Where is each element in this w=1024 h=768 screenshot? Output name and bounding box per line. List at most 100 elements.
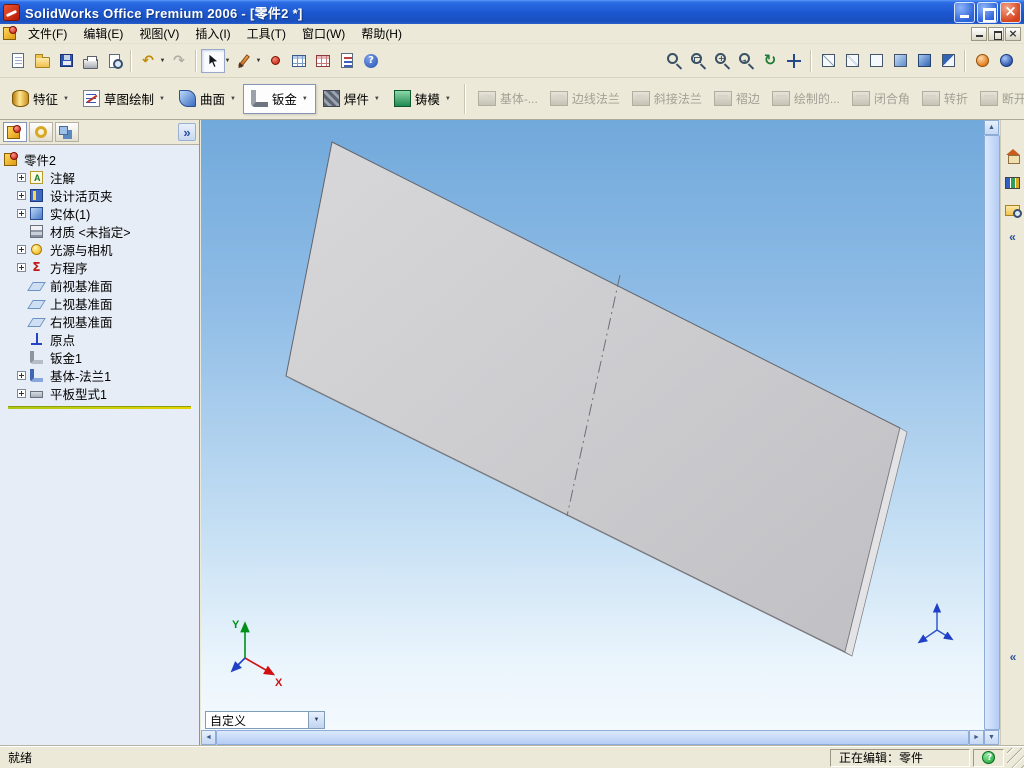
horizontal-scroll-thumb[interactable] — [216, 730, 969, 745]
scroll-right-button[interactable]: ► — [969, 730, 984, 745]
menu-edit[interactable]: 编辑(E) — [75, 23, 131, 44]
previous-view-button[interactable] — [734, 49, 758, 73]
sketch-button[interactable] — [232, 49, 256, 73]
propertymanager-tab[interactable] — [29, 122, 53, 142]
select-dropdown-caret[interactable]: ▼ — [223, 58, 232, 64]
horizontal-scrollbar[interactable]: ◄ ► — [201, 730, 984, 745]
save-button[interactable] — [54, 49, 78, 73]
tree-item-lights-cameras[interactable]: 光源与相机 — [4, 240, 199, 258]
rotate-view-button[interactable]: ↻ — [758, 49, 782, 73]
vertical-scroll-thumb[interactable] — [984, 135, 1000, 730]
expand-plus-icon[interactable] — [17, 172, 26, 182]
open-button[interactable] — [30, 49, 54, 73]
expand-plus-icon[interactable] — [17, 262, 26, 272]
minimize-button[interactable] — [954, 1, 975, 23]
undo-button[interactable]: ↶ — [136, 49, 160, 73]
tab-caret[interactable]: ▼ — [374, 96, 380, 102]
tree-item-design-binder[interactable]: 设计活页夹 — [4, 186, 199, 204]
undo-dropdown-caret[interactable]: ▼ — [158, 58, 167, 64]
wireframe-button[interactable] — [816, 49, 840, 73]
vertical-scrollbar[interactable]: ▲ ▼ — [984, 120, 1000, 745]
file-explorer-button[interactable] — [1003, 200, 1023, 220]
expand-plus-icon[interactable] — [17, 370, 26, 380]
zoom-in-out-button[interactable] — [710, 49, 734, 73]
tab-weldments[interactable]: 焊件 ▼ — [316, 84, 387, 114]
menu-insert[interactable]: 插入(I) — [187, 23, 238, 44]
print-button[interactable] — [78, 49, 102, 73]
tree-item-annotations[interactable]: 注解 — [4, 168, 199, 186]
realview-button[interactable] — [970, 49, 994, 73]
tree-item-origin[interactable]: 原点 — [4, 330, 199, 348]
menu-tools[interactable]: 工具(T) — [239, 23, 294, 44]
tab-caret[interactable]: ▼ — [445, 96, 451, 102]
expand-plus-icon[interactable] — [17, 208, 26, 218]
expand-plus-icon[interactable] — [17, 244, 26, 254]
tree-item-right-plane[interactable]: 右视基准面 — [4, 312, 199, 330]
tree-item-flat-pattern1[interactable]: 平板型式1 — [4, 384, 199, 402]
tab-caret[interactable]: ▼ — [159, 96, 165, 102]
document-restore-button[interactable] — [988, 26, 1004, 41]
document-properties-button[interactable] — [335, 49, 359, 73]
featuremanager-tree-tab[interactable] — [3, 122, 27, 142]
sketch-dropdown-caret[interactable]: ▼ — [254, 58, 263, 64]
viewport-3d-scene[interactable]: Y X — [201, 120, 984, 730]
select-tool-button[interactable] — [201, 48, 225, 73]
appearance-button[interactable] — [263, 49, 287, 73]
tab-caret[interactable]: ▼ — [230, 96, 236, 102]
tab-caret[interactable]: ▼ — [302, 96, 308, 102]
tree-item-sheet-metal1[interactable]: 钣金1 — [4, 348, 199, 366]
hidden-lines-removed-button[interactable] — [864, 49, 888, 73]
tab-mold-tools[interactable]: 铸模 ▼ — [387, 84, 458, 114]
tree-item-equations[interactable]: Σ 方程序 — [4, 258, 199, 276]
shaded-button[interactable] — [912, 49, 936, 73]
zoom-area-button[interactable] — [686, 49, 710, 73]
shaded-with-edges-button[interactable] — [888, 49, 912, 73]
bom-table-button[interactable] — [311, 49, 335, 73]
taskpane-bottom-collapse-button[interactable]: « — [1003, 647, 1023, 667]
menu-help[interactable]: 帮助(H) — [353, 23, 410, 44]
tab-features[interactable]: 特征 ▼ — [5, 84, 76, 114]
tree-item-top-plane[interactable]: 上视基准面 — [4, 294, 199, 312]
document-minimize-button[interactable] — [971, 26, 987, 41]
document-close-button[interactable] — [1005, 26, 1021, 41]
expand-plus-icon[interactable] — [17, 388, 26, 398]
hidden-lines-visible-button[interactable] — [840, 49, 864, 73]
configurationmanager-tab[interactable] — [55, 122, 79, 142]
tab-caret[interactable]: ▼ — [63, 96, 69, 102]
expand-plus-icon[interactable] — [17, 190, 26, 200]
tree-item-base-flange1[interactable]: 基体-法兰1 — [4, 366, 199, 384]
solidworks-resources-button[interactable] — [1003, 146, 1023, 166]
menu-window[interactable]: 窗口(W) — [294, 23, 353, 44]
resize-grip[interactable] — [1007, 747, 1024, 768]
scroll-left-button[interactable]: ◄ — [201, 730, 216, 745]
new-document-button[interactable] — [6, 49, 30, 73]
panel-chevron-button[interactable]: » — [178, 123, 196, 141]
view-orientation-combo[interactable]: 自定义 ▼ — [205, 711, 325, 729]
tree-item-part-root[interactable]: 零件2 — [4, 150, 199, 168]
menu-file[interactable]: 文件(F) — [20, 23, 75, 44]
close-button[interactable] — [1000, 1, 1021, 23]
scroll-down-button[interactable]: ▼ — [984, 730, 999, 745]
print-preview-button[interactable] — [102, 49, 126, 73]
design-table-button[interactable] — [287, 49, 311, 73]
zoom-fit-button[interactable] — [662, 49, 686, 73]
section-view-button[interactable] — [936, 49, 960, 73]
tree-item-material[interactable]: 材质 <未指定> — [4, 222, 199, 240]
tab-sketch[interactable]: 草图绘制 ▼ — [76, 84, 172, 114]
design-library-button[interactable] — [1003, 173, 1023, 193]
redo-button[interactable]: ↷ — [167, 49, 191, 73]
tab-surfaces[interactable]: 曲面 ▼ — [172, 84, 243, 114]
rollback-bar[interactable] — [8, 406, 191, 409]
display-mode-button[interactable] — [994, 49, 1018, 73]
tree-item-solid-bodies[interactable]: 实体(1) — [4, 204, 199, 222]
pan-button[interactable] — [782, 49, 806, 73]
graphics-viewport[interactable]: Y X — [201, 120, 984, 730]
scroll-up-button[interactable]: ▲ — [984, 120, 999, 135]
help-button[interactable] — [359, 49, 383, 73]
tree-item-front-plane[interactable]: 前视基准面 — [4, 276, 199, 294]
tab-sheet-metal[interactable]: 钣金 ▼ — [242, 83, 316, 114]
sheet-metal-part-face[interactable] — [285, 141, 901, 653]
quick-tips-cell[interactable] — [973, 748, 1004, 767]
combo-dropdown-button[interactable]: ▼ — [308, 712, 324, 728]
restore-button[interactable] — [977, 1, 998, 23]
